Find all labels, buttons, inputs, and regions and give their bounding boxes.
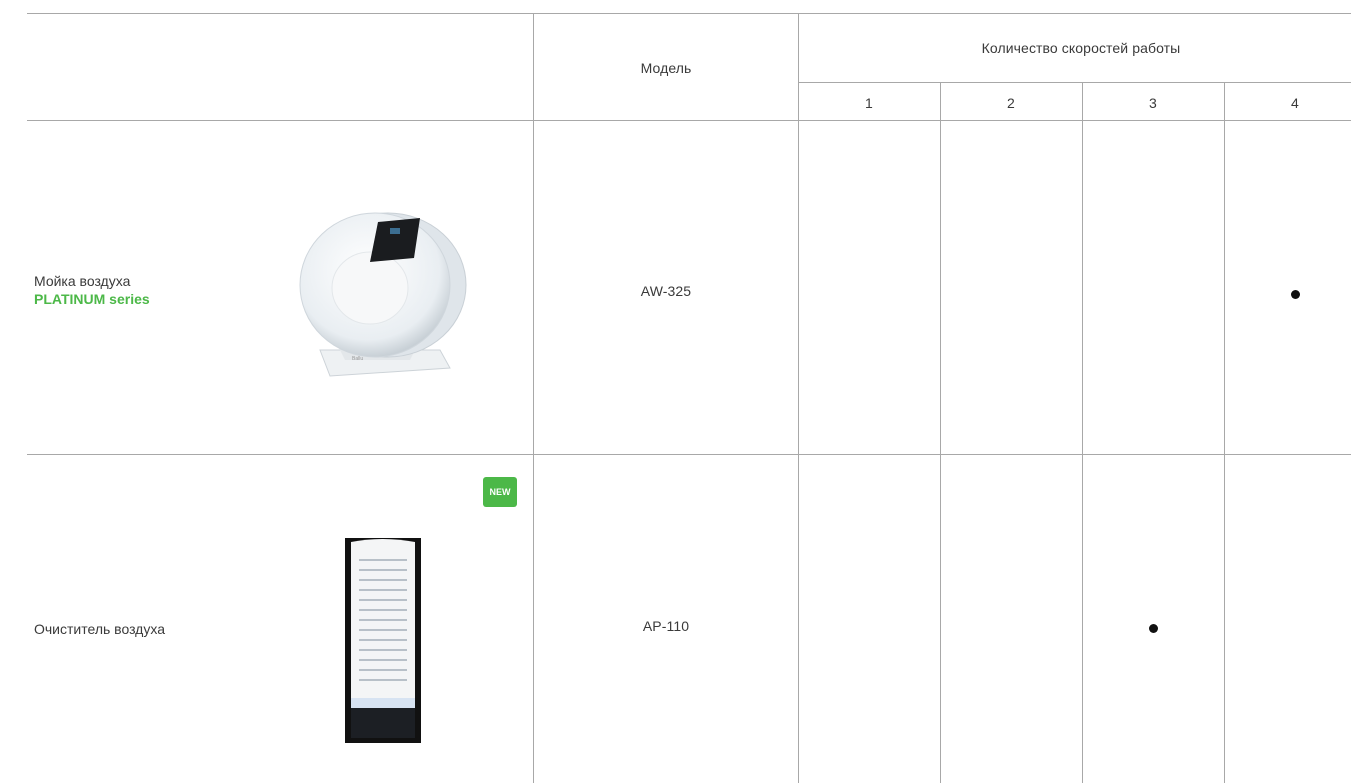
speed-column-2: 2 xyxy=(1007,95,1015,111)
speeds-header-divider xyxy=(798,82,1351,83)
air-purifier-image xyxy=(345,538,421,743)
air-washer-image: Ballu xyxy=(299,212,467,377)
speed-indicator-dot xyxy=(1291,290,1300,299)
product-name: Очиститель воздуха xyxy=(34,621,165,637)
product-name: Мойка воздуха xyxy=(34,273,131,289)
speed-indicator-dot xyxy=(1149,624,1158,633)
header-bottom-border xyxy=(27,120,1351,121)
svg-text:Ballu: Ballu xyxy=(352,356,363,362)
speeds-column-header: Количество скоростей работы xyxy=(981,40,1181,56)
speed-column-4: 4 xyxy=(1291,95,1299,111)
product-name-cell: Мойка воздуха PLATINUM series xyxy=(34,272,150,308)
model-column-header: Модель xyxy=(640,60,692,76)
col-divider-speed-4 xyxy=(1224,82,1225,783)
product-series: PLATINUM series xyxy=(34,291,150,307)
col-divider-speed-2 xyxy=(940,82,941,783)
model-cell: AP-110 xyxy=(642,618,690,634)
speed-column-1: 1 xyxy=(865,95,873,111)
new-badge: NEW xyxy=(483,477,517,507)
col-divider-model xyxy=(533,13,534,783)
col-divider-speeds xyxy=(798,13,799,783)
row-divider xyxy=(27,454,1351,455)
table-top-border xyxy=(27,13,1351,14)
speed-column-3: 3 xyxy=(1149,95,1157,111)
model-cell: AW-325 xyxy=(640,283,692,299)
col-divider-speed-3 xyxy=(1082,82,1083,783)
product-name-cell: Очиститель воздуха xyxy=(34,620,165,638)
